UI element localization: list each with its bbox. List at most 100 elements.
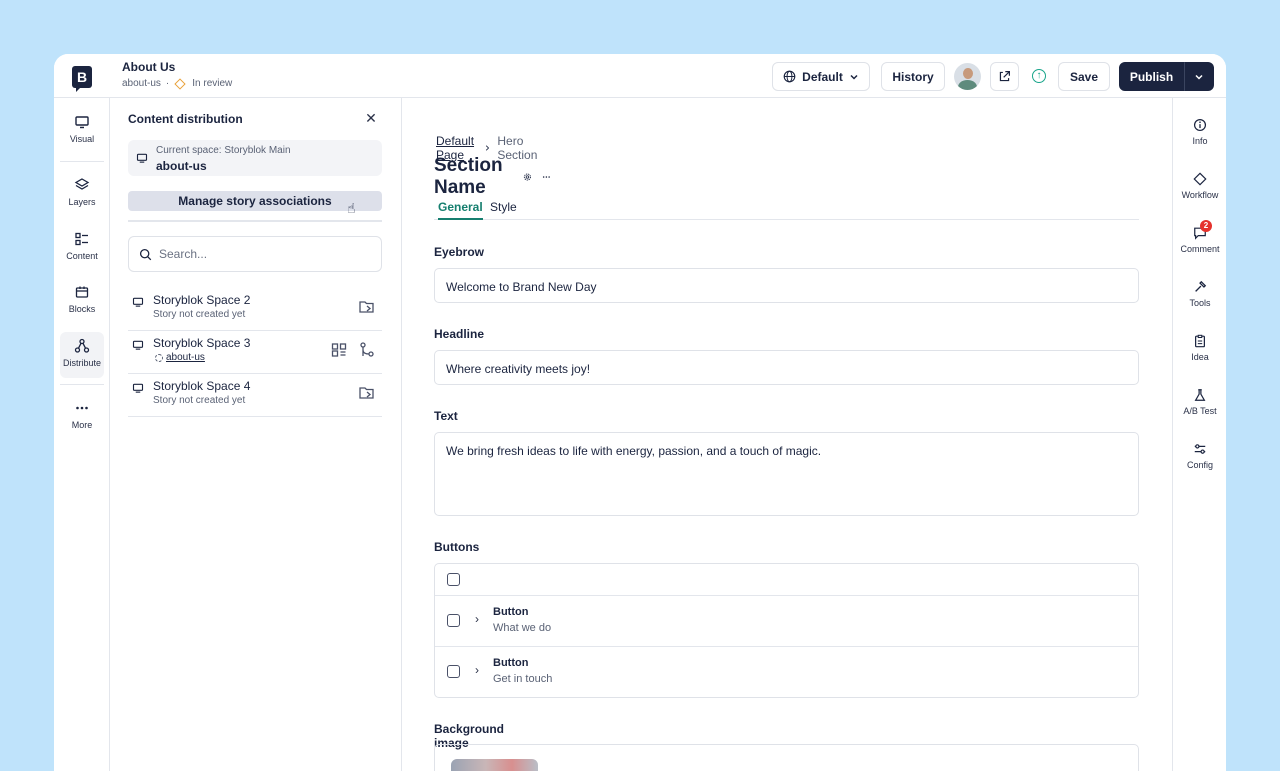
history-button[interactable]: History [881,62,945,91]
row-divider [435,595,1138,596]
rail-item-idea[interactable]: Idea [1173,334,1226,362]
chevron-right-icon [485,145,489,151]
list-icon [75,232,88,246]
rail-label: Content [66,251,98,261]
button-row-title[interactable]: Button [493,657,528,669]
rail-item-layers[interactable]: Layers [60,171,104,217]
monitor-icon [132,340,144,350]
app-window: B About Us about-us · In review Default … [54,54,1226,771]
globe-icon [783,70,796,83]
close-icon[interactable]: ✕ [363,110,379,126]
rail-item-config[interactable]: Config [1173,442,1226,470]
space-name: Storyblok Space 2 [153,293,251,307]
merge-icon[interactable] [358,341,376,359]
chevron-right-icon[interactable]: › [475,612,479,626]
story-slug: about-us [122,78,161,89]
language-select[interactable]: Default [772,62,870,91]
headline-label: Headline [434,327,485,341]
current-space-label: Current space: Storyblok Main [156,145,291,156]
monitor-icon [75,116,89,129]
button-row-subtitle: What we do [493,622,552,634]
list-item[interactable]: Storyblok Space 3 about-us [128,331,382,374]
open-preview-button[interactable] [990,62,1019,91]
buttons-label: Buttons [434,540,480,554]
linked-story-link[interactable]: about-us [166,352,205,363]
select-all-checkbox[interactable] [447,573,460,586]
rail-item-ab-test[interactable]: A/B Test [1173,388,1226,416]
tab-general[interactable]: General [438,200,483,220]
more-icon[interactable] [542,170,551,184]
rail-item-content[interactable]: Content [60,225,104,271]
left-rail: Visual Layers Content Blocks Distribute … [54,98,110,771]
manage-story-associations-button[interactable]: Manage story associations [128,191,382,211]
background-image-thumbnail[interactable] [451,759,538,771]
section-title-text: Section Name [434,155,503,198]
rail-item-info[interactable]: Info [1173,118,1226,146]
rail-label: Idea [1191,352,1209,362]
status-badge: In review [192,78,233,89]
button-row-subtitle: Get in touch [493,673,553,685]
publish-button[interactable]: Publish [1119,62,1184,91]
current-space-card: Current space: Storyblok Main about-us [128,140,382,176]
rail-label: Distribute [62,358,101,368]
rail-divider [60,384,104,385]
space-status: Story not created yet [153,309,246,320]
create-story-icon[interactable] [358,384,376,402]
blocks-icon [75,286,89,298]
gear-icon[interactable] [523,170,532,184]
layers-icon [74,178,90,190]
save-button[interactable]: Save [1058,62,1110,91]
search-icon [139,248,152,261]
eyebrow-label: Eyebrow [434,245,485,259]
rail-label: More [71,420,93,430]
space-name: Storyblok Space 4 [153,379,251,393]
workflow-icon [1193,172,1207,186]
button-row-title[interactable]: Button [493,606,528,618]
idea-icon [1195,334,1205,348]
rail-item-workflow[interactable]: Workflow [1173,172,1226,200]
rail-label: A/B Test [1183,406,1217,416]
rail-item-blocks[interactable]: Blocks [60,278,104,324]
headline-field[interactable]: Where creativity meets joy! [434,350,1139,385]
list-item[interactable]: Storyblok Space 4 Story not created yet [128,374,382,417]
tab-style[interactable]: Style [490,200,517,218]
rail-item-more[interactable]: More [60,394,104,440]
search-field[interactable] [128,236,382,272]
chevron-right-icon[interactable]: › [475,663,479,677]
right-rail: Info Workflow 2 Comment Tools Idea A/B T… [1172,98,1226,771]
top-bar: B About Us about-us · In review Default … [54,54,1226,98]
pending-status-icon [155,354,163,362]
space-status: Story not created yet [153,395,246,406]
rail-label: Workflow [1181,190,1219,200]
story-meta: about-us · In review [122,77,233,90]
chevron-down-icon [1195,74,1203,80]
rail-label: Blocks [68,304,96,314]
avatar[interactable] [954,63,981,90]
row-divider [435,646,1138,647]
compare-icon[interactable] [330,341,348,359]
avatar-shoulder [958,80,977,90]
rail-item-comment[interactable]: 2 Comment [1173,220,1226,254]
storyblok-logo-icon[interactable]: B [72,66,92,92]
publish-options-button[interactable] [1184,62,1214,91]
pointer-cursor-icon: ☝ [347,200,356,216]
chevron-down-icon [850,74,858,80]
workflow-status-icon [174,77,186,90]
button-row-checkbox[interactable] [447,665,460,678]
rail-item-tools[interactable]: Tools [1173,280,1226,308]
rail-label: Config [1186,460,1213,470]
button-row-checkbox[interactable] [447,614,460,627]
list-item[interactable]: Storyblok Space 2 Story not created yet [128,288,382,331]
create-story-icon[interactable] [358,298,376,316]
rail-label: Layers [68,197,96,207]
background-image-field[interactable] [434,744,1139,771]
rail-item-distribute[interactable]: Distribute [60,332,104,378]
search-input[interactable] [159,246,369,262]
more-icon [76,406,88,410]
external-link-icon [999,71,1010,82]
sync-status-icon[interactable]: ↑ [1032,69,1046,83]
text-field[interactable]: We bring fresh ideas to life with energy… [434,432,1139,516]
page-title: Section Name [434,155,551,199]
rail-item-visual[interactable]: Visual [60,108,104,154]
eyebrow-field[interactable]: Welcome to Brand New Day [434,268,1139,303]
